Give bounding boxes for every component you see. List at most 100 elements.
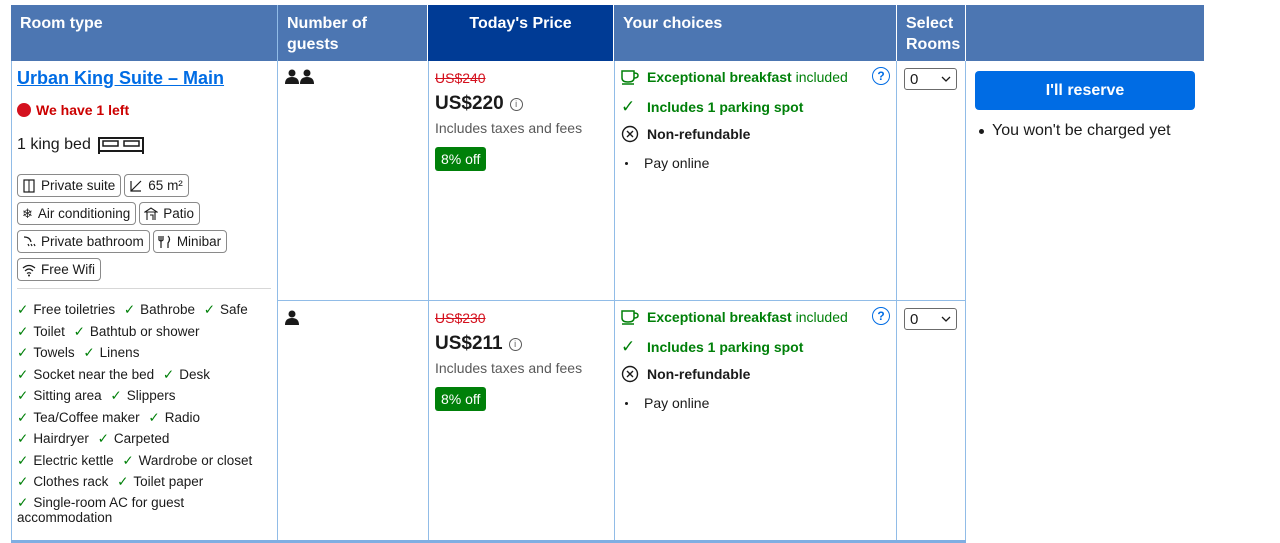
facility-tag-label: Air conditioning: [37, 206, 131, 221]
current-price: US$220 i: [435, 93, 523, 115]
non-refundable-icon: [621, 365, 639, 383]
header-number-of-guests: Number of guests: [278, 5, 427, 61]
amenity-item: ✓ Bathrobe: [124, 302, 195, 317]
info-icon[interactable]: i: [508, 337, 522, 351]
question-icon[interactable]: ?: [872, 67, 890, 85]
header-reserve: [966, 5, 1204, 61]
header-todays-price: Today's Price: [428, 5, 613, 61]
check-icon: ✓: [17, 474, 29, 489]
amenity-item: ✓ Desk: [163, 367, 210, 382]
amenity-label: Socket near the bed: [33, 366, 155, 382]
check-icon: ✓: [110, 388, 122, 403]
amenities-line: ✓ Clothes rack ✓ Toilet paper: [17, 471, 272, 493]
amenity-item: ✓ Toilet: [17, 324, 65, 339]
snowflake-icon: ❄: [22, 205, 33, 221]
amenity-item: ✓ Safe: [204, 302, 248, 317]
table-border: [11, 61, 12, 541]
amenity-item: ✓ Slippers: [110, 388, 175, 403]
amenities-line: ✓ Toilet ✓ Bathtub or shower: [17, 321, 272, 343]
room-facility-tags: Private suite 65 m² ❄ Air conditioning P…: [17, 174, 272, 281]
check-icon: ✓: [122, 452, 134, 468]
amenity-label: Bathrobe: [140, 302, 195, 317]
person-icon: [285, 69, 299, 84]
amenity-label: Hairdryer: [33, 431, 89, 446]
amenity-label: Free toiletries: [33, 302, 116, 317]
check-icon: ✓: [17, 388, 29, 403]
table-border: [428, 61, 429, 541]
red-dot-icon: [17, 103, 31, 117]
check-icon: ✓: [162, 366, 175, 382]
current-price: US$211 i: [435, 333, 522, 355]
facility-tag-label: Minibar: [176, 234, 222, 249]
bullet-icon: [625, 161, 628, 165]
amenities-line: ✓ Tea/Coffee maker ✓ Radio: [17, 407, 272, 429]
availability-text: We have 1 left: [36, 102, 130, 118]
coffee-cup-icon: [621, 310, 639, 325]
cutlery-icon: [158, 235, 170, 248]
table-border: [277, 5, 278, 541]
breakfast-text: Exceptional breakfast included: [647, 69, 848, 85]
bullet-icon: [625, 401, 628, 405]
check-icon: ✓: [17, 366, 29, 382]
amenity-label: Linens: [99, 345, 140, 360]
reserve-button[interactable]: I'll reserve: [975, 71, 1195, 110]
amenity-label: Sitting area: [33, 388, 102, 403]
facility-tag: Patio: [139, 202, 200, 225]
breakfast-bold: Exceptional breakfast: [647, 309, 792, 325]
check-icon: ✓: [17, 323, 29, 339]
amenities-line: ✓ Hairdryer ✓ Carpeted: [17, 428, 272, 450]
amenities-line: ✓ Electric kettle ✓ Wardrobe or closet: [17, 450, 272, 472]
header-your-choices: Your choices: [614, 5, 896, 61]
current-price-value: US$220: [435, 93, 504, 114]
amenities-line: ✓ Single-room AC for guest accommodation: [17, 495, 272, 525]
info-icon[interactable]: i: [509, 97, 523, 111]
amenity-item: ✓ Bathtub or shower: [74, 324, 200, 339]
original-price: US$230: [435, 310, 486, 326]
room-quantity-select[interactable]: 0: [904, 68, 957, 90]
room-name-link[interactable]: Urban King Suite – Main: [17, 68, 224, 89]
facility-tag-label: Free Wifi: [41, 262, 95, 277]
amenity-label: Toilet paper: [133, 474, 204, 489]
header-select-line1: Select: [906, 15, 954, 32]
amenity-label: Clothes rack: [33, 474, 109, 489]
amenity-item: ✓ Carpeted: [98, 431, 170, 446]
amenity-item: ✓ Single-room AC for guest accommodation: [17, 495, 184, 525]
facility-tag: Minibar: [152, 230, 228, 253]
discount-badge: 8% off: [435, 387, 487, 411]
amenities-line: ✓ Sitting area ✓ Slippers: [17, 385, 272, 407]
amenities-line: ✓ Socket near the bed ✓ Desk: [17, 364, 272, 386]
amenity-label: Toilet: [33, 323, 65, 339]
bed-text: 1 king bed: [17, 136, 91, 153]
room-quantity-select[interactable]: 0: [904, 308, 957, 330]
amenity-item: ✓ Radio: [148, 410, 200, 425]
check-icon: ✓: [203, 302, 216, 317]
check-icon: ✓: [17, 345, 29, 360]
facility-tag: Free Wifi: [17, 258, 101, 281]
table-border: [614, 61, 615, 541]
amenity-label: Wardrobe or closet: [138, 452, 253, 468]
parking-choice: ✓ Includes 1 parking spot: [621, 337, 803, 357]
amenity-label: Single-room AC for guest accommodation: [17, 494, 185, 525]
amenity-item: ✓ Socket near the bed: [17, 367, 154, 382]
amenity-item: ✓ Free toiletries: [17, 302, 115, 317]
door-icon: [23, 178, 35, 193]
guest-count-1: [285, 310, 299, 325]
amenity-item: ✓ Towels: [17, 345, 75, 360]
parking-text: Includes 1 parking spot: [647, 339, 804, 355]
amenity-item: ✓ Clothes rack: [17, 474, 108, 489]
header-select-rooms: Select Rooms: [897, 5, 965, 61]
check-icon: ✓: [17, 452, 29, 468]
check-icon: ✓: [83, 345, 95, 360]
patio-icon: [144, 206, 159, 220]
coffee-cup-icon: [621, 70, 639, 85]
breakfast-choice: Exceptional breakfast included: [621, 309, 848, 325]
amenity-label: Slippers: [126, 388, 176, 403]
facility-tag: 65 m²: [124, 174, 189, 197]
taxes-note: Includes taxes and fees: [435, 120, 583, 136]
refund-policy: Non-refundable: [621, 365, 750, 383]
facility-tag-label: Patio: [163, 206, 194, 221]
check-icon: ✓: [17, 431, 29, 446]
check-icon: ✓: [97, 431, 109, 446]
payment-text: Pay online: [644, 155, 710, 171]
question-icon[interactable]: ?: [872, 307, 890, 325]
